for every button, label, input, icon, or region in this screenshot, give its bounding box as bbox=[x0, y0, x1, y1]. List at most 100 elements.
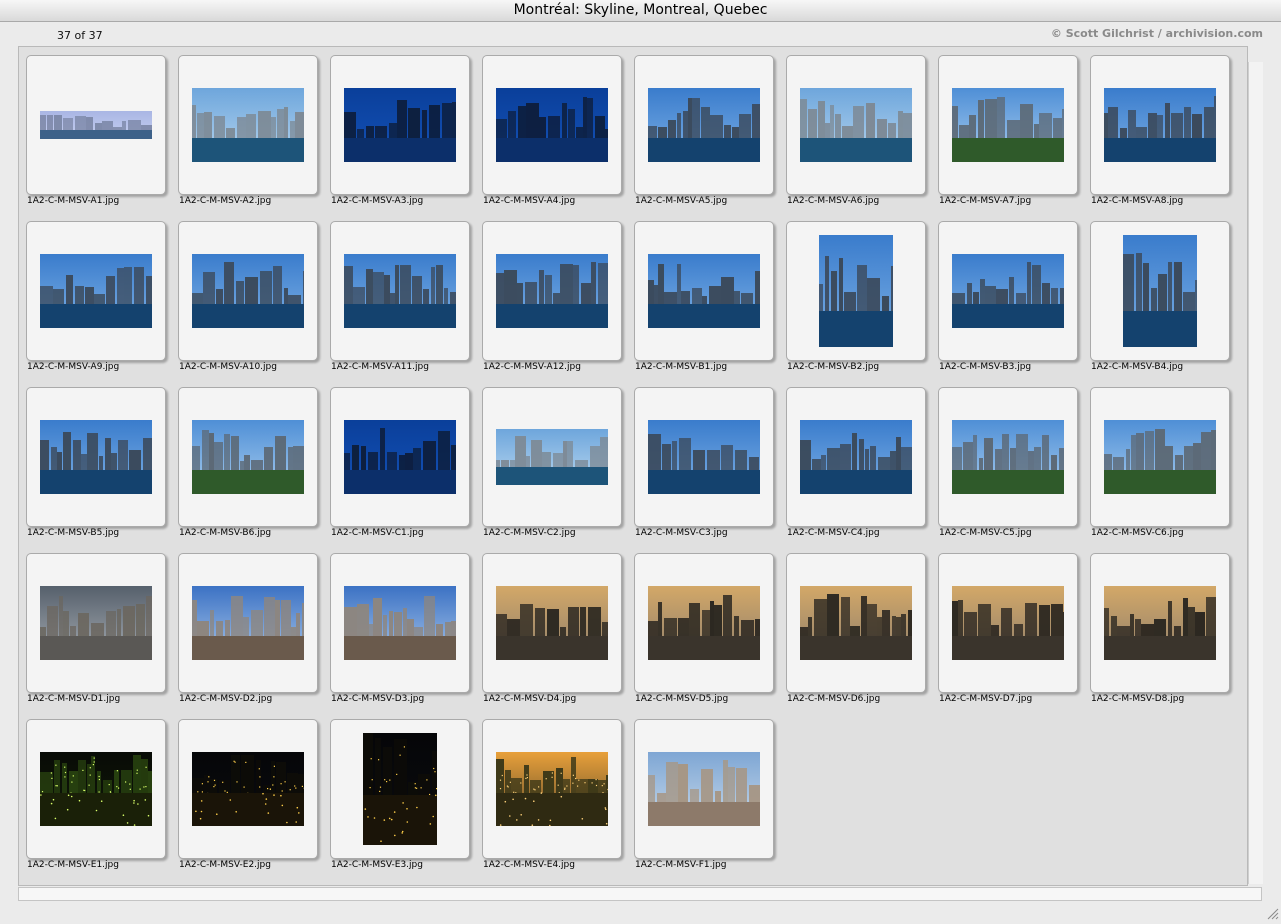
thumbnail-item[interactable]: 1A2-C-M-MSV-A11.jpg bbox=[330, 221, 482, 381]
thumbnail-image[interactable] bbox=[40, 586, 152, 660]
thumbnail-item[interactable]: 1A2-C-M-MSV-C3.jpg bbox=[634, 387, 786, 547]
slide-frame[interactable] bbox=[786, 221, 926, 361]
thumbnail-image[interactable] bbox=[192, 420, 304, 494]
slide-frame[interactable] bbox=[178, 719, 318, 859]
slide-frame[interactable] bbox=[938, 553, 1078, 693]
thumbnail-item[interactable]: 1A2-C-M-MSV-D4.jpg bbox=[482, 553, 634, 713]
thumbnail-image[interactable] bbox=[363, 733, 437, 845]
thumbnail-item[interactable]: 1A2-C-M-MSV-B2.jpg bbox=[786, 221, 938, 381]
thumbnail-item[interactable]: 1A2-C-M-MSV-F1.jpg bbox=[634, 719, 786, 879]
thumbnail-image[interactable] bbox=[40, 420, 152, 494]
slide-frame[interactable] bbox=[330, 55, 470, 195]
thumbnail-image[interactable] bbox=[344, 254, 456, 328]
thumbnail-image[interactable] bbox=[1123, 235, 1197, 347]
slide-frame[interactable] bbox=[178, 387, 318, 527]
slide-frame[interactable] bbox=[26, 553, 166, 693]
thumbnail-image[interactable] bbox=[648, 420, 760, 494]
slide-frame[interactable] bbox=[178, 55, 318, 195]
thumbnail-image[interactable] bbox=[800, 586, 912, 660]
thumbnail-item[interactable]: 1A2-C-M-MSV-E1.jpg bbox=[26, 719, 178, 879]
slide-frame[interactable] bbox=[482, 719, 622, 859]
thumbnail-item[interactable]: 1A2-C-M-MSV-D2.jpg bbox=[178, 553, 330, 713]
thumbnail-item[interactable]: 1A2-C-M-MSV-D8.jpg bbox=[1090, 553, 1242, 713]
thumbnail-image[interactable] bbox=[819, 235, 893, 347]
thumbnail-item[interactable]: 1A2-C-M-MSV-A2.jpg bbox=[178, 55, 330, 215]
thumbnail-image[interactable] bbox=[800, 420, 912, 494]
thumbnail-image[interactable] bbox=[192, 586, 304, 660]
slide-frame[interactable] bbox=[26, 221, 166, 361]
thumbnail-image[interactable] bbox=[648, 88, 760, 162]
slide-frame[interactable] bbox=[938, 55, 1078, 195]
thumbnail-item[interactable]: 1A2-C-M-MSV-D3.jpg bbox=[330, 553, 482, 713]
slide-frame[interactable] bbox=[330, 221, 470, 361]
thumbnail-image[interactable] bbox=[496, 88, 608, 162]
slide-frame[interactable] bbox=[938, 387, 1078, 527]
thumbnail-item[interactable]: 1A2-C-M-MSV-B3.jpg bbox=[938, 221, 1090, 381]
thumbnail-item[interactable]: 1A2-C-M-MSV-A9.jpg bbox=[26, 221, 178, 381]
thumbnail-image[interactable] bbox=[344, 586, 456, 660]
thumbnail-image[interactable] bbox=[648, 254, 760, 328]
thumbnail-item[interactable]: 1A2-C-M-MSV-E2.jpg bbox=[178, 719, 330, 879]
thumbnail-image[interactable] bbox=[496, 752, 608, 826]
thumbnail-image[interactable] bbox=[1104, 586, 1216, 660]
thumbnail-item[interactable]: 1A2-C-M-MSV-B1.jpg bbox=[634, 221, 786, 381]
thumbnail-item[interactable]: 1A2-C-M-MSV-A8.jpg bbox=[1090, 55, 1242, 215]
slide-frame[interactable] bbox=[938, 221, 1078, 361]
horizontal-scrollbar[interactable] bbox=[18, 887, 1262, 901]
thumbnail-image[interactable] bbox=[40, 254, 152, 328]
slide-frame[interactable] bbox=[178, 221, 318, 361]
thumbnail-item[interactable]: 1A2-C-M-MSV-A10.jpg bbox=[178, 221, 330, 381]
thumbnail-image[interactable] bbox=[40, 111, 152, 139]
thumbnail-item[interactable]: 1A2-C-M-MSV-B6.jpg bbox=[178, 387, 330, 547]
slide-frame[interactable] bbox=[26, 55, 166, 195]
slide-frame[interactable] bbox=[482, 221, 622, 361]
thumbnail-item[interactable]: 1A2-C-M-MSV-C6.jpg bbox=[1090, 387, 1242, 547]
slide-frame[interactable] bbox=[482, 387, 622, 527]
thumbnail-item[interactable]: 1A2-C-M-MSV-C4.jpg bbox=[786, 387, 938, 547]
slide-frame[interactable] bbox=[786, 553, 926, 693]
thumbnail-image[interactable] bbox=[800, 88, 912, 162]
thumbnail-image[interactable] bbox=[192, 752, 304, 826]
slide-frame[interactable] bbox=[634, 719, 774, 859]
thumbnail-image[interactable] bbox=[952, 88, 1064, 162]
slide-frame[interactable] bbox=[634, 387, 774, 527]
thumbnail-image[interactable] bbox=[952, 586, 1064, 660]
thumbnail-item[interactable]: 1A2-C-M-MSV-A3.jpg bbox=[330, 55, 482, 215]
slide-frame[interactable] bbox=[482, 553, 622, 693]
thumbnail-image[interactable] bbox=[1104, 420, 1216, 494]
thumbnail-item[interactable]: 1A2-C-M-MSV-A6.jpg bbox=[786, 55, 938, 215]
thumbnail-image[interactable] bbox=[192, 88, 304, 162]
thumbnail-item[interactable]: 1A2-C-M-MSV-D5.jpg bbox=[634, 553, 786, 713]
thumbnail-image[interactable] bbox=[496, 254, 608, 328]
thumbnail-item[interactable]: 1A2-C-M-MSV-E3.jpg bbox=[330, 719, 482, 879]
slide-frame[interactable] bbox=[634, 55, 774, 195]
thumbnail-item[interactable]: 1A2-C-M-MSV-E4.jpg bbox=[482, 719, 634, 879]
thumbnail-item[interactable]: 1A2-C-M-MSV-C2.jpg bbox=[482, 387, 634, 547]
slide-frame[interactable] bbox=[786, 55, 926, 195]
thumbnail-image[interactable] bbox=[344, 88, 456, 162]
thumbnail-image[interactable] bbox=[952, 254, 1064, 328]
slide-frame[interactable] bbox=[1090, 387, 1230, 527]
resize-grip-icon[interactable] bbox=[1265, 905, 1279, 919]
thumbnail-item[interactable]: 1A2-C-M-MSV-B5.jpg bbox=[26, 387, 178, 547]
thumbnail-item[interactable]: 1A2-C-M-MSV-A7.jpg bbox=[938, 55, 1090, 215]
thumbnail-image[interactable] bbox=[952, 420, 1064, 494]
slide-frame[interactable] bbox=[634, 221, 774, 361]
thumbnail-image[interactable] bbox=[192, 254, 304, 328]
thumbnail-item[interactable]: 1A2-C-M-MSV-D7.jpg bbox=[938, 553, 1090, 713]
thumbnail-item[interactable]: 1A2-C-M-MSV-D1.jpg bbox=[26, 553, 178, 713]
slide-frame[interactable] bbox=[178, 553, 318, 693]
thumbnail-item[interactable]: 1A2-C-M-MSV-A1.jpg bbox=[26, 55, 178, 215]
thumbnail-item[interactable]: 1A2-C-M-MSV-C1.jpg bbox=[330, 387, 482, 547]
thumbnail-item[interactable]: 1A2-C-M-MSV-C5.jpg bbox=[938, 387, 1090, 547]
thumbnail-image[interactable] bbox=[648, 752, 760, 826]
slide-frame[interactable] bbox=[482, 55, 622, 195]
slide-frame[interactable] bbox=[26, 719, 166, 859]
thumbnail-image[interactable] bbox=[496, 586, 608, 660]
vertical-scrollbar[interactable] bbox=[1248, 62, 1263, 884]
slide-frame[interactable] bbox=[330, 387, 470, 527]
thumbnail-image[interactable] bbox=[40, 752, 152, 826]
slide-frame[interactable] bbox=[634, 553, 774, 693]
thumbnail-item[interactable]: 1A2-C-M-MSV-D6.jpg bbox=[786, 553, 938, 713]
thumbnail-image[interactable] bbox=[1104, 88, 1216, 162]
